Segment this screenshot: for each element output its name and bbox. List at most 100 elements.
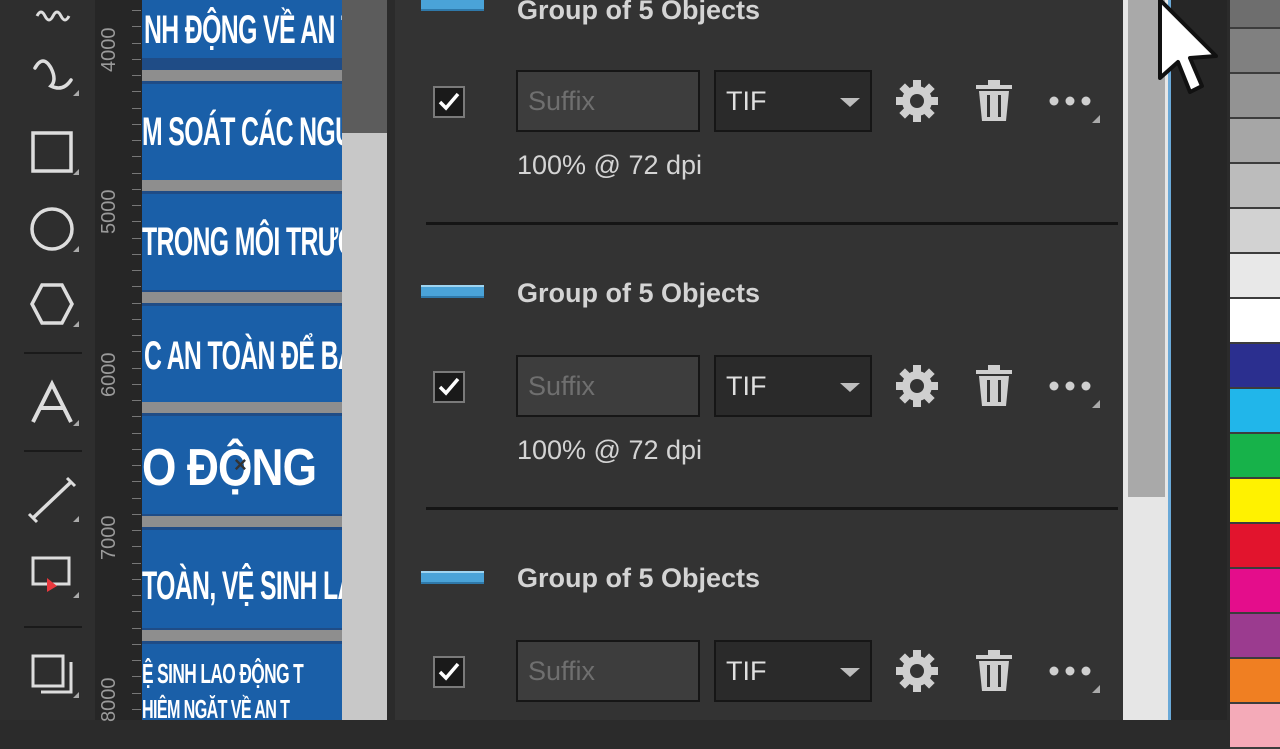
color-swatch[interactable] (1230, 479, 1280, 524)
color-swatch[interactable] (1230, 164, 1280, 209)
color-swatch[interactable] (1230, 614, 1280, 659)
shadow-tool-icon[interactable] (25, 648, 81, 704)
gear-icon[interactable] (893, 362, 941, 410)
ruler-label: 4000 (98, 27, 120, 73)
more-icon[interactable] (1048, 647, 1100, 695)
color-swatch[interactable] (1230, 209, 1280, 254)
ruler-tick (132, 416, 141, 417)
color-swatch[interactable] (1230, 344, 1280, 389)
ruler-tick (132, 514, 141, 515)
export-item-checkbox[interactable] (433, 656, 465, 688)
resolution-label: 100% @ 72 dpi (517, 150, 703, 180)
toolbox (0, 0, 95, 720)
trash-icon[interactable] (970, 362, 1018, 410)
ruler-tick (132, 628, 141, 629)
banner-separator (142, 630, 342, 641)
ruler-tick (132, 108, 141, 109)
ruler-tick (132, 91, 141, 92)
color-swatch[interactable] (1230, 0, 1280, 29)
ruler-label: 7000 (98, 515, 120, 561)
curve-tool-icon[interactable] (25, 48, 81, 104)
center-mark-icon: × (234, 452, 247, 477)
ruler-tick (132, 693, 141, 694)
canvas-scroll-area[interactable] (342, 0, 387, 720)
object-thumbnail-icon (421, 571, 484, 584)
banner-separator (142, 70, 342, 81)
banner-separator (142, 180, 342, 191)
color-swatch[interactable] (1230, 524, 1280, 569)
banner-text: Ệ SINH LAO ĐỘNG T (142, 658, 304, 689)
freehand-tool-icon[interactable] (25, 0, 81, 36)
banner-text: HIỆM NGẶT VỀ AN T (142, 694, 290, 720)
suffix-input[interactable]: Suffix (516, 70, 700, 132)
color-swatch[interactable] (1230, 389, 1280, 434)
gear-icon[interactable] (893, 77, 941, 125)
ruler-tick (132, 124, 141, 125)
line-tool-icon[interactable] (25, 472, 81, 528)
ruler-tick (132, 75, 141, 76)
toolbar-separator (24, 450, 82, 452)
color-swatch[interactable] (1230, 29, 1280, 74)
banner-text: NH ĐỘNG VỀ AN TO (144, 8, 342, 52)
ruler-tick (132, 595, 141, 596)
ruler-tick (132, 205, 141, 206)
color-swatch[interactable] (1230, 704, 1280, 749)
ruler-tick (132, 465, 141, 466)
toolbar-separator (24, 352, 82, 354)
banner-text: TRONG MÔI TRƯỜNG AN (142, 220, 342, 264)
ruler-tick (132, 254, 141, 255)
export-item-checkbox[interactable] (433, 371, 465, 403)
banner-separator (142, 292, 342, 303)
banner-band: NH ĐỘNG VỀ AN TO (142, 0, 342, 58)
format-dropdown[interactable]: TIF (714, 355, 872, 417)
ruler-tick (132, 660, 141, 661)
color-swatch[interactable] (1230, 254, 1280, 299)
ruler-tick (132, 481, 141, 482)
color-swatch[interactable] (1230, 659, 1280, 704)
more-icon[interactable] (1048, 362, 1100, 410)
export-item-title: Group of 5 Objects (517, 563, 761, 593)
color-swatch[interactable] (1230, 74, 1280, 119)
ruler-tick (132, 611, 141, 612)
suffix-input[interactable]: Suffix (516, 640, 700, 702)
color-swatch[interactable] (1230, 299, 1280, 344)
format-dropdown[interactable]: TIF (714, 70, 872, 132)
ruler-label: 8000 (98, 677, 120, 723)
trash-icon[interactable] (970, 647, 1018, 695)
ruler-label: 5000 (98, 189, 120, 235)
ellipse-tool-icon[interactable] (25, 202, 81, 258)
ruler-tick (132, 351, 141, 352)
chevron-down-icon (840, 668, 860, 677)
color-swatch[interactable] (1230, 119, 1280, 164)
ruler-tick (132, 498, 141, 499)
ruler-label: 6000 (98, 352, 120, 398)
toolbar-separator (24, 626, 82, 628)
text-tool-icon[interactable] (25, 376, 81, 432)
ruler-tick (132, 221, 141, 222)
interactive-fill-tool-icon[interactable] (25, 548, 81, 604)
color-swatch[interactable] (1230, 569, 1280, 614)
banner-band: M SOÁT CÁC NGUY CƠ (142, 84, 342, 180)
suffix-input[interactable]: Suffix (516, 355, 700, 417)
ruler-tick (132, 644, 141, 645)
format-dropdown[interactable]: TIF (714, 640, 872, 702)
trash-icon[interactable] (970, 77, 1018, 125)
banner-band: Ệ SINH LAO ĐỘNG T HIỆM NGẶT VỀ AN T (142, 644, 342, 720)
chevron-down-icon (840, 98, 860, 107)
ruler-tick (132, 10, 141, 11)
ruler-tick (132, 368, 141, 369)
rectangle-tool-icon[interactable] (25, 125, 81, 181)
export-item-checkbox[interactable] (433, 86, 465, 118)
ruler-tick (132, 579, 141, 580)
drawing-canvas[interactable]: NH ĐỘNG VỀ AN TO M SOÁT CÁC NGUY CƠ TRON… (142, 0, 342, 720)
chevron-down-icon (840, 383, 860, 392)
ruler-tick (132, 335, 141, 336)
docker-tab-strip (1171, 0, 1227, 720)
ruler-tick (132, 433, 141, 434)
color-swatch[interactable] (1230, 434, 1280, 479)
more-icon[interactable] (1048, 77, 1100, 125)
export-item-title: Group of 5 Objects (517, 278, 761, 308)
ruler-tick (132, 26, 141, 27)
polygon-tool-icon[interactable] (25, 277, 81, 333)
gear-icon[interactable] (893, 647, 941, 695)
